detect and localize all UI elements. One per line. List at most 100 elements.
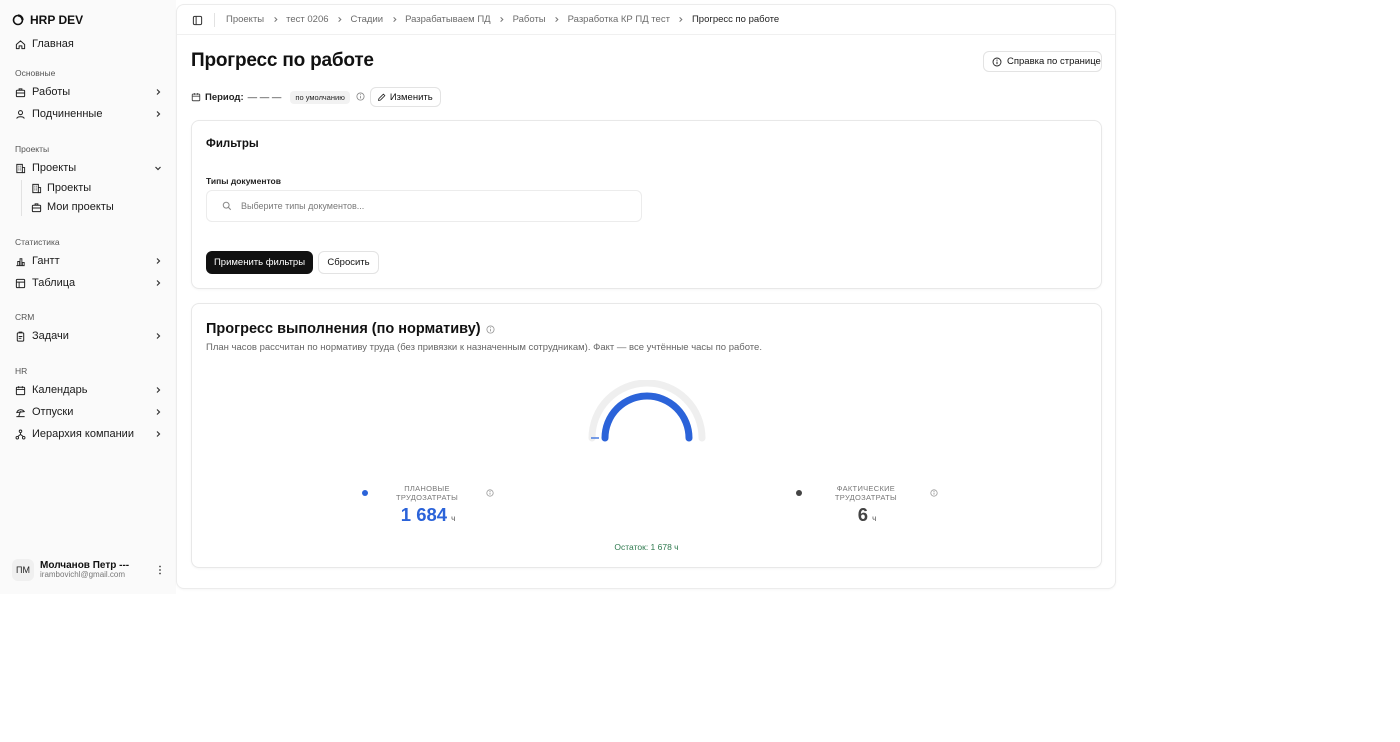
gauge-svg	[588, 380, 706, 442]
group-label-hr: HR	[15, 366, 28, 376]
breadcrumb-item[interactable]: Проекты	[226, 14, 264, 25]
user-icon	[14, 108, 26, 120]
hierarchy-icon	[14, 428, 26, 440]
gauge-plan-arc	[601, 392, 693, 442]
info-circle-icon[interactable]	[356, 92, 366, 102]
remaining-hours: Остаток: 1 678 ч	[614, 542, 679, 552]
sidebar-item-label: Гантт	[32, 255, 60, 267]
sidebar-item-label: Отпуски	[32, 406, 74, 418]
group-label-crm: CRM	[15, 312, 35, 322]
plan-metric-value: 1 684	[400, 504, 448, 525]
chevron-right-icon	[546, 16, 568, 23]
calendar-icon	[191, 92, 202, 103]
chevron-right-icon	[152, 428, 164, 440]
app-root: HRP DEV Главная Основные Работы Подчинен…	[0, 0, 1400, 594]
chevron-right-icon	[152, 406, 164, 418]
period-label: Период:	[205, 91, 244, 103]
doc-types-select[interactable]: Выберите типы документов...	[206, 190, 642, 222]
info-circle-icon[interactable]	[930, 489, 938, 497]
plan-metric: ПЛАНОВЫЕ ТРУДОЗАТРАТЫ 1 684 ч	[362, 484, 494, 526]
search-icon	[222, 201, 232, 211]
submenu-guide-line	[21, 180, 22, 216]
reset-filters-button[interactable]: Сбросить	[318, 251, 379, 274]
progress-card: Прогресс выполнения (по нормативу) План …	[191, 303, 1102, 568]
group-label-projects: Проекты	[15, 144, 50, 154]
info-circle-icon[interactable]	[486, 489, 494, 497]
sidebar-subitem-projects[interactable]: Проекты	[28, 179, 168, 197]
fact-metric: ФАКТИЧЕСКИЕ ТРУДОЗАТРАТЫ 6 ч	[796, 484, 938, 526]
sidebar-item-projects[interactable]: Проекты	[8, 158, 168, 178]
sidebar-subitem-label: Мои проекты	[47, 201, 114, 213]
chevron-right-icon	[152, 86, 164, 98]
fact-metric-value-row: 6 ч	[796, 504, 938, 526]
breadcrumb-item[interactable]: Разработка КР ПД тест	[568, 14, 670, 25]
plan-metric-unit: ч	[451, 514, 456, 523]
info-circle-icon[interactable]	[486, 324, 495, 334]
chevron-right-icon	[264, 16, 286, 23]
progress-title-text: Прогресс выполнения (по нормативу)	[206, 321, 481, 337]
beach-icon	[14, 406, 26, 418]
group-label-main: Основные	[15, 68, 56, 78]
sidebar: HRP DEV Главная Основные Работы Подчинен…	[0, 0, 176, 594]
calendar-icon	[14, 384, 26, 396]
default-badge: по умолчанию	[290, 90, 350, 104]
user-info: Молчанов Петр --- irambovichl@gmail.com	[40, 560, 158, 580]
briefcase-icon	[30, 201, 42, 213]
sidebar-item-calendar[interactable]: Календарь	[8, 380, 168, 400]
progress-gauge	[584, 380, 710, 446]
chevron-right-icon	[152, 384, 164, 396]
table-icon	[14, 277, 26, 289]
filters-title: Фильтры	[206, 138, 259, 150]
fact-metric-value: 6	[857, 504, 869, 525]
app-name: HRP DEV	[30, 13, 84, 27]
sidebar-item-label: Задачи	[32, 330, 69, 342]
briefcase-icon	[14, 86, 26, 98]
sidebar-item-gantt[interactable]: Гантт	[8, 251, 168, 271]
sidebar-subitem-my-projects[interactable]: Мои проекты	[28, 198, 168, 216]
doc-types-placeholder: Выберите типы документов...	[241, 201, 365, 211]
avatar: ПМ	[12, 559, 34, 581]
sidebar-item-label: Таблица	[32, 277, 76, 289]
sidebar-item-tasks[interactable]: Задачи	[8, 326, 168, 346]
chevron-right-icon	[491, 16, 513, 23]
sidebar-item-works[interactable]: Работы	[8, 82, 168, 102]
home-icon	[14, 38, 26, 50]
top-bar: Проекты тест 0206 Стадии Разрабатываем ПД Ра…	[177, 5, 1115, 35]
breadcrumb-item[interactable]: Работы	[513, 14, 546, 25]
edit-period-label: Изменить	[389, 91, 433, 103]
chevron-right-icon	[152, 330, 164, 342]
apply-filters-button[interactable]: Применить фильтры	[206, 251, 313, 274]
sidebar-item-label: Иерархия компании	[32, 428, 134, 440]
building-icon	[14, 162, 26, 174]
building-icon	[30, 182, 42, 194]
plan-metric-label-row: ПЛАНОВЫЕ ТРУДОЗАТРАТЫ	[362, 484, 494, 502]
sidebar-item-label: Календарь	[32, 384, 88, 396]
breadcrumb-item[interactable]: Разрабатываем ПД	[405, 14, 491, 25]
help-button[interactable]: Справка по странице	[983, 51, 1102, 72]
sidebar-item-subordinates[interactable]: Подчиненные	[8, 104, 168, 124]
breadcrumb-item[interactable]: тест 0206	[286, 14, 328, 25]
fact-dot	[796, 490, 802, 496]
sidebar-item-home[interactable]: Главная	[8, 34, 168, 54]
sidebar-item-hierarchy[interactable]: Иерархия компании	[8, 424, 168, 444]
page-title: Прогресс по работе	[191, 50, 374, 71]
chevron-right-icon	[152, 255, 164, 267]
chevron-right-icon	[329, 16, 351, 23]
plan-dot	[362, 490, 368, 496]
more-vertical-icon[interactable]	[158, 565, 168, 575]
fact-metric-unit: ч	[872, 514, 877, 523]
sidebar-toggle-icon[interactable]	[191, 14, 203, 26]
edit-period-button[interactable]: Изменить	[369, 87, 441, 107]
sidebar-subitem-label: Проекты	[47, 182, 92, 194]
sidebar-item-table[interactable]: Таблица	[8, 273, 168, 293]
breadcrumb-item[interactable]: Стадии	[351, 14, 384, 25]
sidebar-item-vacations[interactable]: Отпуски	[8, 402, 168, 422]
help-button-label: Справка по странице	[1007, 56, 1101, 67]
group-label-stats: Статистика	[15, 237, 60, 247]
progress-description: План часов рассчитан по нормативу труда …	[206, 342, 762, 353]
period-value: — — —	[247, 91, 282, 103]
user-profile[interactable]: ПМ Молчанов Петр --- irambovichl@gmail.c…	[12, 558, 168, 582]
chevron-right-icon	[152, 277, 164, 289]
pencil-icon	[377, 93, 386, 102]
brand[interactable]: HRP DEV	[12, 12, 83, 28]
